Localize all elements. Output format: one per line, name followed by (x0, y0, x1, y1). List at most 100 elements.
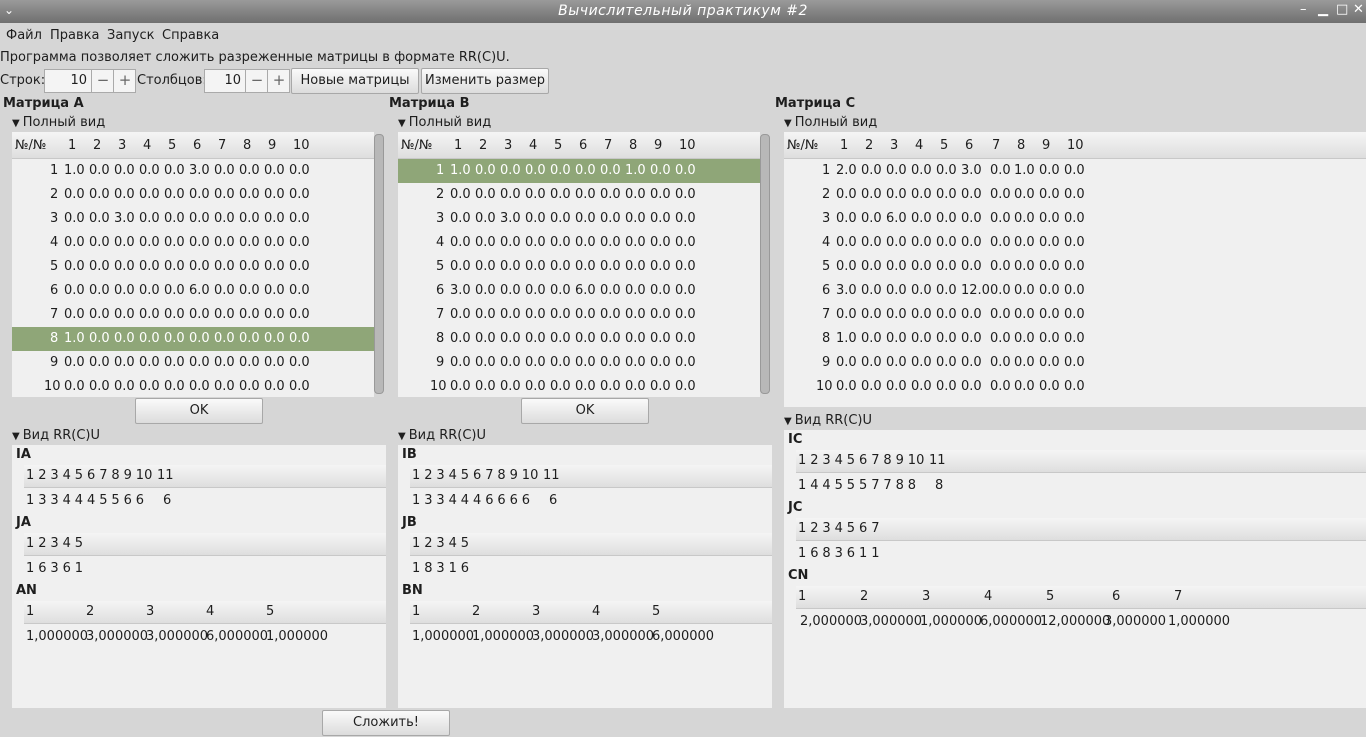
cell-value[interactable]: 0.0 (475, 355, 496, 370)
cell-value[interactable]: 0.0 (264, 211, 285, 226)
cell-value[interactable]: 0.0 (650, 259, 671, 274)
cell-value[interactable]: 0.0 (675, 307, 696, 322)
rr-value-cell[interactable]: 6,000000 (206, 629, 268, 644)
new-matrices-button[interactable]: Новые матрицы (291, 68, 419, 94)
cell-value[interactable]: 0.0 (289, 307, 310, 322)
cell-value[interactable]: 0.0 (214, 331, 235, 346)
cell-value[interactable]: 0.0 (886, 379, 907, 394)
cell-value[interactable]: 0.0 (89, 235, 110, 250)
cell-value[interactable]: 0.0 (475, 379, 496, 394)
table-row[interactable]: 10 0.0 0.0 0.0 0.0 0.0 0.0 0.0 0.0 0.0 0.0 (12, 375, 374, 397)
table-row[interactable]: 3 0.0 0.0 6.0 0.0 0.0 0.0 0.0 0.0 0.0 0.0 (784, 207, 1366, 231)
cell-value[interactable]: 0.0 (1014, 187, 1035, 202)
table-row[interactable]: 3 0.0 0.0 3.0 0.0 0.0 0.0 0.0 0.0 0.0 0.0 (398, 207, 760, 231)
table-row[interactable]: 1 2.0 0.0 0.0 0.0 0.0 3.0 0.0 1.0 0.0 0.0 (784, 159, 1366, 183)
cell-value[interactable]: 0.0 (675, 187, 696, 202)
table-row[interactable]: 7 0.0 0.0 0.0 0.0 0.0 0.0 0.0 0.0 0.0 0.0 (398, 303, 760, 327)
cell-value[interactable]: 0.0 (1014, 211, 1035, 226)
cell-value[interactable]: 0.0 (89, 307, 110, 322)
cell-value[interactable]: 0.0 (836, 379, 857, 394)
cell-value[interactable]: 0.0 (936, 307, 957, 322)
cell-value[interactable]: 0.0 (239, 187, 260, 202)
cell-value[interactable]: 0.0 (1039, 163, 1060, 178)
matrix-a-full-toggle[interactable]: ▼ Полный вид (12, 115, 105, 130)
cell-value[interactable]: 0.0 (64, 307, 85, 322)
rr-value-cell[interactable]: 1 (859, 546, 867, 561)
cell-value[interactable]: 0.0 (289, 211, 310, 226)
rr-value-cell[interactable]: 1 (798, 478, 806, 493)
cell-value[interactable]: 0.0 (500, 235, 521, 250)
cell-value[interactable]: 1.0 (64, 331, 85, 346)
table-row[interactable]: 1 1.0 0.0 0.0 0.0 0.0 3.0 0.0 0.0 0.0 0.0 (12, 159, 374, 183)
cell-value[interactable]: 0.0 (139, 283, 160, 298)
rr-value-cell[interactable]: 4 (87, 493, 95, 508)
cell-value[interactable]: 0.0 (500, 379, 521, 394)
cell-value[interactable]: 0.0 (1014, 235, 1035, 250)
cell-value[interactable]: 0.0 (575, 187, 596, 202)
maximize-icon[interactable]: □ (1336, 2, 1348, 17)
cell-value[interactable]: 0.0 (600, 259, 621, 274)
cell-value[interactable]: 0.0 (189, 355, 210, 370)
matrix-c-full-toggle[interactable]: ▼ Полный вид (784, 115, 877, 130)
cell-value[interactable]: 0.0 (675, 355, 696, 370)
cell-value[interactable]: 0.0 (675, 331, 696, 346)
cell-value[interactable]: 0.0 (600, 331, 621, 346)
rr-value-cell[interactable]: 6 (124, 493, 132, 508)
table-row[interactable]: 2 0.0 0.0 0.0 0.0 0.0 0.0 0.0 0.0 0.0 0.0 (398, 183, 760, 207)
cell-value[interactable]: 0.0 (575, 307, 596, 322)
cell-value[interactable]: 0.0 (961, 379, 982, 394)
rr-value-cell[interactable]: 6 (847, 546, 855, 561)
cell-value[interactable]: 0.0 (936, 235, 957, 250)
cell-value[interactable]: 0.0 (625, 307, 646, 322)
cell-value[interactable]: 0.0 (936, 187, 957, 202)
cell-value[interactable]: 0.0 (114, 259, 135, 274)
cell-value[interactable]: 0.0 (289, 163, 310, 178)
cell-value[interactable]: 0.0 (500, 355, 521, 370)
table-row[interactable]: 4 0.0 0.0 0.0 0.0 0.0 0.0 0.0 0.0 0.0 0.0 (12, 231, 374, 255)
cell-value[interactable]: 0.0 (264, 379, 285, 394)
cell-value[interactable]: 0.0 (886, 307, 907, 322)
cell-value[interactable]: 0.0 (911, 307, 932, 322)
cell-value[interactable]: 0.0 (936, 355, 957, 370)
cell-value[interactable]: 0.0 (961, 235, 982, 250)
cell-value[interactable]: 0.0 (936, 211, 957, 226)
cell-value[interactable]: 0.0 (836, 259, 857, 274)
cell-value[interactable]: 0.0 (861, 163, 882, 178)
cell-value[interactable]: 0.0 (990, 259, 1011, 274)
cell-value[interactable]: 0.0 (936, 379, 957, 394)
cell-value[interactable]: 0.0 (475, 187, 496, 202)
cell-value[interactable]: 0.0 (550, 187, 571, 202)
cell-value[interactable]: 0.0 (600, 355, 621, 370)
cell-value[interactable]: 0.0 (600, 235, 621, 250)
cell-value[interactable]: 0.0 (139, 163, 160, 178)
cell-value[interactable]: 0.0 (139, 211, 160, 226)
rr-value-cell[interactable]: 4 (75, 493, 83, 508)
cell-value[interactable]: 0.0 (836, 187, 857, 202)
rr-value-cell[interactable]: 3 (835, 546, 843, 561)
rr-value-cell[interactable]: 3 (38, 493, 46, 508)
table-row[interactable]: 8 1.0 0.0 0.0 0.0 0.0 0.0 0.0 0.0 0.0 0.0 (784, 327, 1366, 351)
cell-value[interactable]: 0.0 (64, 283, 85, 298)
cell-value[interactable]: 0.0 (550, 259, 571, 274)
rr-value-cell[interactable]: 3,000000 (592, 629, 654, 644)
cell-value[interactable]: 0.0 (861, 187, 882, 202)
rr-value-cell[interactable]: 5 (835, 478, 843, 493)
cell-value[interactable]: 3.0 (500, 211, 521, 226)
rr-value-cell[interactable]: 3,000000 (146, 629, 208, 644)
cell-value[interactable]: 0.0 (89, 259, 110, 274)
resize-button[interactable]: Изменить размер (421, 68, 549, 94)
table-row[interactable]: 8 1.0 0.0 0.0 0.0 0.0 0.0 0.0 0.0 0.0 0.0 (12, 327, 374, 351)
cell-value[interactable]: 0.0 (139, 355, 160, 370)
cell-value[interactable]: 0.0 (164, 259, 185, 274)
cell-value[interactable]: 0.0 (450, 259, 471, 274)
cell-value[interactable]: 0.0 (475, 163, 496, 178)
cell-value[interactable]: 0.0 (836, 235, 857, 250)
cell-value[interactable]: 0.0 (89, 211, 110, 226)
cell-value[interactable]: 0.0 (886, 187, 907, 202)
cell-value[interactable]: 0.0 (625, 211, 646, 226)
cell-value[interactable]: 0.0 (525, 283, 546, 298)
cell-value[interactable]: 0.0 (990, 331, 1011, 346)
rr-value-cell[interactable]: 1,000000 (26, 629, 88, 644)
cell-value[interactable]: 0.0 (625, 187, 646, 202)
cell-value[interactable]: 3.0 (961, 163, 982, 178)
